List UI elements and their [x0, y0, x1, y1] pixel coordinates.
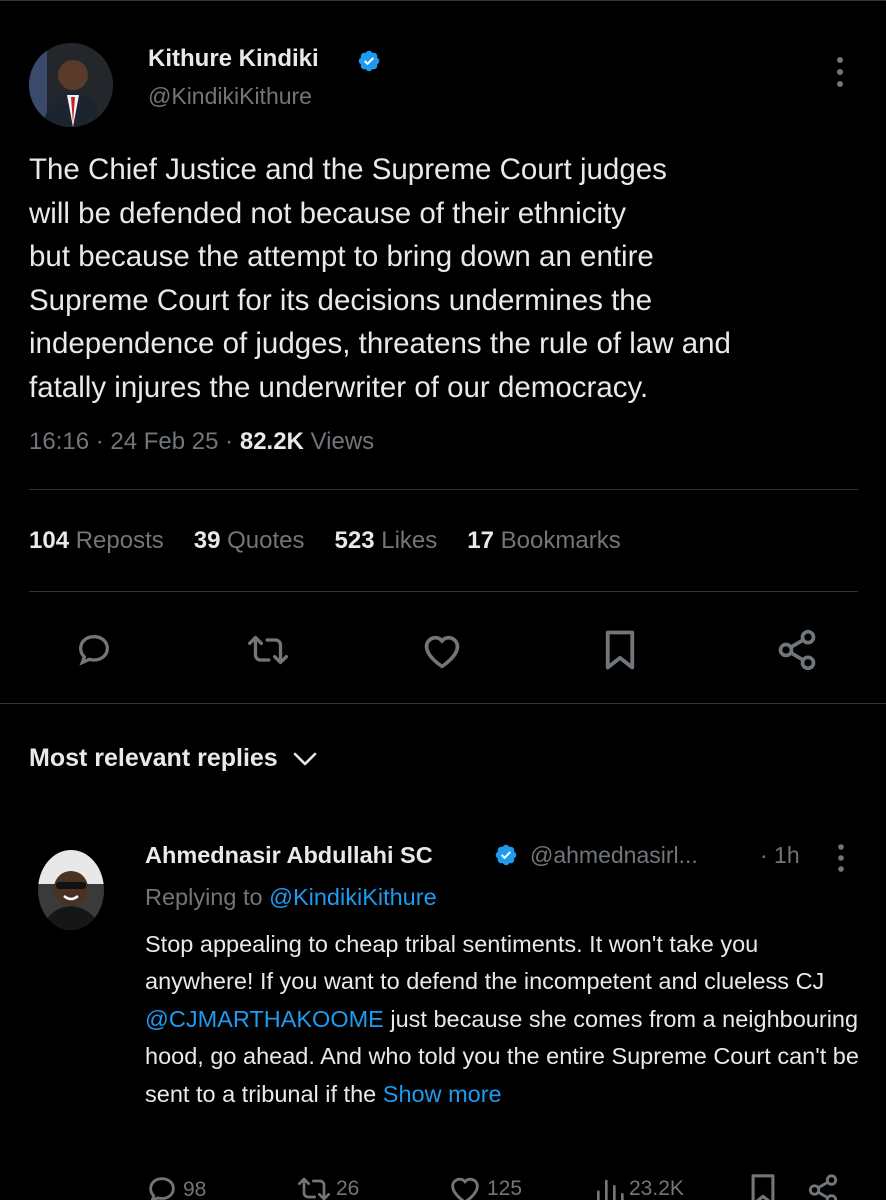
reply-share-button[interactable] — [806, 1173, 840, 1200]
reply-mention-link[interactable]: @CJMARTHAKOOME — [145, 1006, 384, 1032]
share-button[interactable] — [774, 627, 820, 673]
more-options-icon[interactable] — [828, 843, 854, 873]
reply-text-part: Stop appealing to cheap tribal sentiment… — [145, 931, 825, 995]
like-icon — [451, 1177, 479, 1200]
reply-author-avatar[interactable] — [38, 850, 104, 930]
replying-prefix: Replying to — [145, 884, 263, 910]
reply-like-button[interactable]: 125 — [447, 1173, 522, 1200]
like-count: 125 — [487, 1177, 523, 1200]
meta-separator: · — [225, 428, 240, 455]
tweet-date[interactable]: 24 Feb 25 — [110, 428, 218, 455]
top-divider — [0, 0, 886, 1]
chevron-down-icon — [293, 752, 317, 765]
reply-button[interactable] — [71, 627, 117, 673]
replies-heading: Most relevant replies — [29, 744, 278, 772]
bookmark-icon — [605, 630, 635, 670]
reply-views-button[interactable]: 23.2K — [593, 1173, 684, 1200]
views-count: 23.2K — [629, 1177, 684, 1200]
tweet-meta: 16:16 · 24 Feb 25 · 82.2K Views — [29, 428, 374, 456]
replying-to: Replying to @KindikiKithure — [145, 884, 437, 911]
repost-icon — [248, 635, 289, 665]
repost-button[interactable] — [245, 627, 291, 673]
divider — [29, 591, 858, 592]
show-more-link[interactable]: Show more — [383, 1081, 502, 1107]
verified-badge-icon — [495, 844, 517, 866]
bookmark-icon — [751, 1174, 775, 1200]
author-avatar[interactable] — [29, 43, 113, 127]
views-label: Views — [310, 428, 375, 455]
like-icon — [424, 635, 460, 669]
engagement-stats: 104 Reposts 39 Quotes 523 Likes 17 Bookm… — [29, 527, 621, 555]
verified-badge-icon — [358, 50, 380, 72]
replying-to-mention[interactable]: @KindikiKithure — [269, 884, 437, 910]
reply-text: Stop appealing to cheap tribal sentiment… — [145, 926, 865, 1113]
more-options-icon[interactable] — [826, 55, 854, 89]
bookmarks-stat[interactable]: 17 Bookmarks — [467, 527, 620, 555]
reply-repost-button[interactable]: 26 — [296, 1173, 359, 1200]
reply-bookmark-button[interactable] — [748, 1173, 778, 1200]
reposts-stat[interactable]: 104 Reposts — [29, 527, 164, 555]
reply-icon — [149, 1177, 175, 1200]
meta-separator: · — [95, 428, 111, 455]
reply-reply-button[interactable]: 98 — [145, 1173, 206, 1200]
replies-sort-dropdown[interactable]: Most relevant replies — [29, 744, 318, 773]
bookmark-button[interactable] — [597, 627, 643, 673]
share-icon — [808, 1174, 838, 1200]
quotes-stat[interactable]: 39 Quotes — [194, 527, 305, 555]
reply-icon — [78, 634, 110, 666]
author-handle[interactable]: @KindikiKithure — [148, 83, 312, 110]
reply-count: 98 — [183, 1178, 207, 1200]
like-button[interactable] — [419, 627, 465, 673]
reply-time[interactable]: · 1h — [760, 842, 800, 869]
section-divider — [0, 703, 886, 704]
likes-stat[interactable]: 523 Likes — [335, 527, 438, 555]
views-count: 82.2K — [239, 428, 304, 455]
repost-icon — [298, 1177, 330, 1200]
tweet-time[interactable]: 16:16 — [29, 428, 89, 455]
author-name[interactable]: Kithure Kindiki — [148, 45, 319, 73]
share-icon — [778, 629, 816, 671]
reply-author-handle[interactable]: @ahmednasirl... — [530, 842, 698, 869]
divider — [29, 489, 858, 490]
reply-author-name[interactable]: Ahmednasir Abdullahi SC — [145, 842, 433, 869]
repost-count: 26 — [336, 1177, 360, 1200]
views-chart-icon — [597, 1179, 624, 1200]
tweet-text: The Chief Justice and the Supreme Court … — [29, 153, 731, 404]
